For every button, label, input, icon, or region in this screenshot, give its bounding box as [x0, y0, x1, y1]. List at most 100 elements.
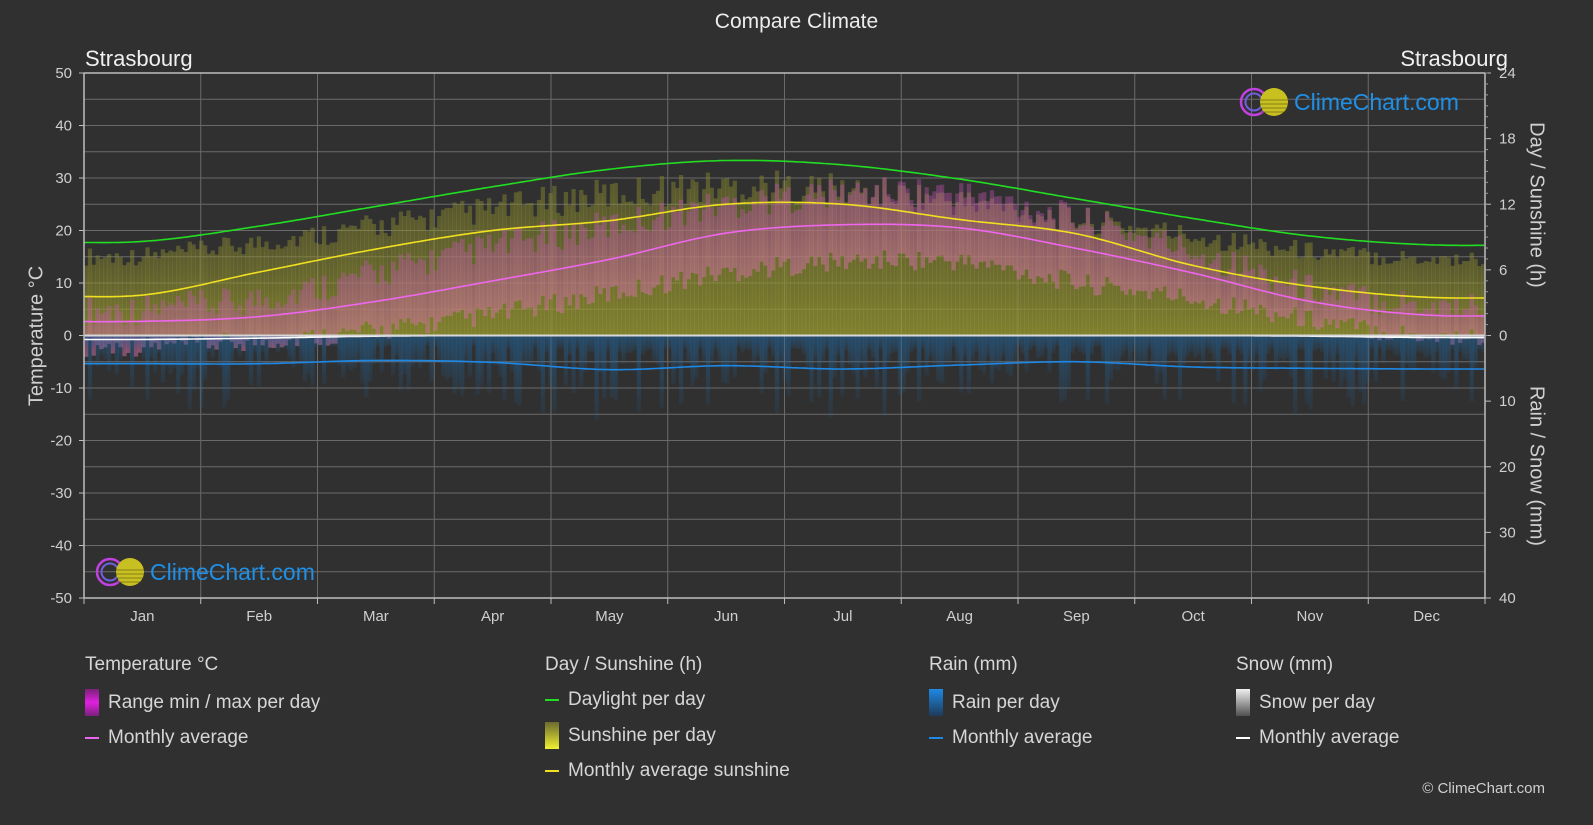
rain-bar — [467, 335, 473, 377]
rain-bar — [1431, 335, 1436, 373]
rain-bar — [1135, 335, 1140, 364]
temp-range-bar — [644, 229, 649, 294]
rain-bar — [820, 335, 826, 363]
temp-range-bar — [310, 278, 315, 330]
temp-range-bar — [287, 295, 292, 340]
rain-bar — [145, 335, 150, 401]
tick-label-temperature: 40 — [55, 118, 72, 135]
rain-bar — [437, 335, 442, 362]
temp-range-bar — [989, 190, 995, 261]
rain-bar — [947, 335, 952, 364]
rain-bar — [137, 335, 142, 349]
temp-range-bar — [1120, 234, 1125, 292]
temp-range-bar — [348, 273, 354, 330]
temp-range-bar — [1438, 300, 1444, 334]
temp-range-bar — [901, 182, 906, 254]
legend-label: Daylight per day — [568, 689, 706, 710]
temp-range-swatch — [85, 689, 99, 716]
legend-label: Snow per day — [1259, 691, 1376, 713]
rain-bar — [114, 335, 119, 375]
rain-bar — [1339, 335, 1344, 387]
temp-range-bar — [1085, 207, 1091, 275]
temp-range-bar — [398, 254, 403, 319]
temp-range-bar — [533, 251, 538, 317]
rain-bar — [736, 335, 741, 348]
rain-bar — [1208, 335, 1213, 354]
rain-bar — [843, 335, 849, 351]
rain-bar — [636, 335, 641, 412]
rain-bar — [202, 335, 208, 380]
temp-range-bar — [594, 212, 599, 287]
temp-range-bar — [1431, 302, 1436, 335]
temp-range-bar — [1035, 210, 1041, 277]
tick-label-temperature: -40 — [50, 538, 72, 555]
temp-range-bar — [1323, 286, 1329, 319]
temp-range-bar — [1266, 283, 1271, 317]
rain-bar — [897, 335, 902, 396]
temp-range-bar — [1235, 276, 1240, 314]
temp-range-bar — [364, 260, 369, 322]
temp-range-bar — [774, 183, 780, 257]
rain-bar — [1062, 335, 1068, 400]
temp-range-bar — [1296, 297, 1302, 327]
legend-item-temp-avg: Monthly average — [85, 727, 320, 749]
tick-label-temperature: 0 — [64, 328, 72, 345]
rain-bar — [1454, 335, 1459, 390]
tick-label-temperature: -50 — [50, 590, 72, 607]
rain-bar — [1101, 335, 1106, 362]
temp-range-bar — [1342, 289, 1348, 322]
temp-range-bar — [460, 239, 465, 311]
temp-range-bar — [1446, 302, 1451, 336]
legend-heading: Rain (mm) — [929, 654, 1018, 675]
temp-range-bar — [506, 252, 511, 319]
rain-bar — [1358, 335, 1363, 392]
rain-bar — [913, 335, 918, 349]
rain-bar — [1078, 335, 1083, 353]
logo-top-right[interactable]: ClimeChart.com — [1238, 86, 1459, 118]
temp-range-bar — [606, 237, 611, 302]
temp-range-bar — [675, 212, 680, 281]
rain-bar — [1131, 335, 1137, 352]
temp-range-bar — [548, 227, 553, 300]
rain-bar — [613, 335, 618, 401]
temp-range-bar — [494, 243, 499, 313]
temp-range-bar — [444, 247, 450, 316]
legend-item-daylight: Daylight per day — [545, 689, 790, 711]
temp-range-bar — [1366, 292, 1371, 325]
logo-text: ClimeChart.com — [150, 558, 315, 585]
rain-bar — [164, 335, 169, 367]
temp-range-bar — [575, 244, 580, 309]
rain-bar — [1128, 335, 1133, 365]
temp-range-bar — [1423, 308, 1428, 339]
rain-bar — [1070, 335, 1075, 354]
rain-bar — [1308, 335, 1313, 410]
temp-range-bar — [1281, 283, 1286, 317]
tick-label-sunshine: 12 — [1499, 196, 1516, 213]
month-label: Mar — [363, 608, 389, 625]
month-label: Jul — [833, 608, 852, 625]
temp-range-bar — [360, 265, 365, 326]
rain-bar — [256, 335, 261, 387]
rain-bar — [782, 335, 787, 383]
rain-bar — [1200, 335, 1206, 365]
logo-bottom-left[interactable]: ClimeChart.com — [94, 556, 315, 588]
rain-bar — [533, 335, 538, 348]
temp-range-bar — [321, 275, 327, 330]
rain-bar — [525, 335, 530, 366]
temp-range-bar — [736, 217, 741, 282]
rain-bar — [890, 335, 895, 354]
rain-bar — [130, 335, 135, 389]
rain-bar — [1258, 335, 1263, 392]
temp-range-bar — [1058, 200, 1064, 270]
rain-bar — [1174, 335, 1179, 357]
y-axis-right-bottom-title: Rain / Snow (mm) — [1525, 385, 1548, 547]
temp-range-bar — [728, 203, 734, 273]
rain-bar — [1151, 335, 1156, 369]
temp-range-bar — [302, 281, 308, 332]
rain-bar — [1362, 335, 1367, 405]
rain-bar — [870, 335, 876, 359]
temp-range-bar — [636, 206, 641, 280]
rain-bar — [1331, 335, 1336, 382]
rain-bar — [1250, 335, 1256, 372]
rain-bar — [882, 335, 887, 417]
